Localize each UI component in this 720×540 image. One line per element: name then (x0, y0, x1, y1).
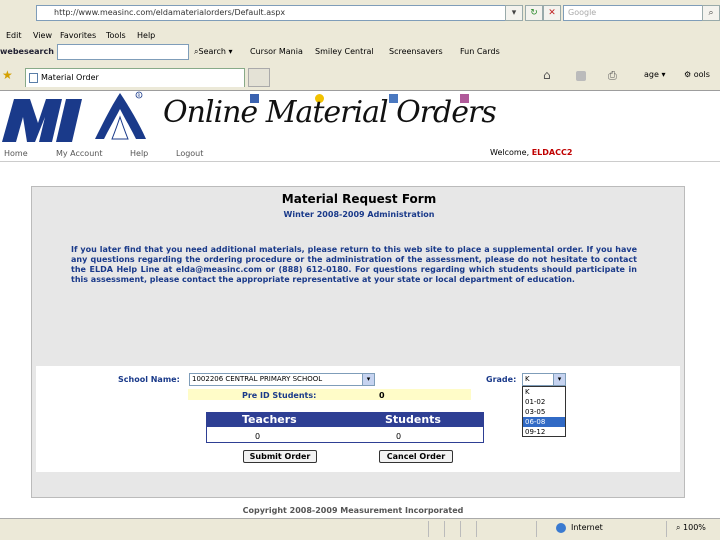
nav-help[interactable]: Help (130, 149, 148, 158)
pre-id-row (188, 389, 471, 400)
toolbar-cursor-mania[interactable]: Cursor Mania (250, 47, 303, 103)
menu-edit[interactable]: Edit (6, 31, 22, 40)
search-placeholder: Google (568, 8, 597, 17)
site-title: Online Material Orders (163, 95, 497, 130)
form-subtitle: Winter 2008-2009 Administration (283, 210, 435, 219)
toolbar-search-button[interactable]: ⌕Search ▾ (194, 47, 233, 57)
teachers-header: Teachers (242, 413, 297, 426)
students-header: Students (385, 413, 441, 426)
grade-option-selected[interactable]: 06-08 (523, 417, 565, 427)
counts-table-body (206, 427, 484, 443)
globe-icon (556, 523, 566, 533)
tools-menu[interactable]: ⚙ ools (684, 70, 710, 79)
status-divider (476, 521, 477, 537)
mi-logo: R (2, 91, 146, 142)
feeds-icon[interactable] (576, 71, 586, 81)
form-intro: If you later find that you need addition… (71, 245, 637, 284)
tab-page-icon (29, 73, 38, 83)
form-title: Material Request Form (281, 192, 437, 206)
pre-id-label: Pre ID Students: (242, 391, 317, 400)
status-divider (536, 521, 537, 537)
tools-gear-icon: ⚙ (684, 70, 692, 79)
print-icon[interactable]: ⎙ (608, 69, 617, 83)
grade-option[interactable]: 09-12 (525, 427, 565, 437)
search-box[interactable]: Google (563, 5, 703, 21)
chevron-down-icon[interactable]: ▾ (362, 374, 374, 385)
menu-favorites[interactable]: Favorites (60, 31, 96, 40)
copyright: Copyright 2008-2009 Measurement Incorpor… (242, 506, 464, 515)
toolbar-fun-cards[interactable]: Fun Cards (460, 47, 500, 103)
grade-option[interactable]: 03-05 (525, 407, 565, 417)
students-count[interactable]: 0 (396, 432, 401, 441)
page-menu[interactable]: age ▾ (644, 70, 665, 79)
tab-material-order[interactable]: Material Order (25, 68, 245, 87)
nav-logout[interactable]: Logout (176, 149, 203, 158)
status-divider (666, 521, 667, 537)
favorites-star-icon[interactable]: ★ (2, 68, 13, 82)
stop-icon[interactable]: ✕ (543, 5, 561, 21)
header-divider (0, 161, 720, 162)
menu-tools[interactable]: Tools (106, 31, 126, 40)
school-name-label: School Name: (118, 375, 180, 384)
address-bar[interactable]: http://www.measinc.com/eldamaterialorder… (36, 5, 506, 21)
grade-option[interactable]: 01-02 (525, 397, 565, 407)
grade-label: Grade: (486, 375, 517, 384)
zoom-icon: ⌕ (676, 523, 681, 532)
teachers-count[interactable]: 0 (255, 432, 260, 441)
cancel-order-button[interactable]: Cancel Order (379, 450, 453, 463)
status-divider (428, 521, 429, 537)
submit-order-button[interactable]: Submit Order (243, 450, 317, 463)
grade-dropdown-list: K 01-02 03-05 06-08 09-12 (522, 386, 566, 437)
pre-id-value: 0 (379, 391, 385, 400)
chevron-down-icon[interactable]: ▾ (553, 374, 565, 385)
toolbar-smiley-central[interactable]: Smiley Central (315, 47, 374, 103)
search-go-icon[interactable]: ⌕ (702, 5, 720, 21)
status-divider (460, 521, 461, 537)
nav-my-account[interactable]: My Account (56, 149, 102, 158)
menu-help[interactable]: Help (137, 31, 155, 40)
toolbar-brand: webesearch (0, 47, 54, 56)
status-divider (444, 521, 445, 537)
status-bar (0, 518, 720, 540)
school-name-select[interactable]: 1002206 CENTRAL PRIMARY SCHOOL ▾ (189, 373, 375, 386)
toolbar-screensavers[interactable]: Screensavers (389, 47, 443, 103)
refresh-icon[interactable]: ↻ (525, 5, 543, 21)
security-zone: Internet (571, 523, 603, 532)
menu-view[interactable]: View (33, 31, 52, 40)
welcome-message: Welcome, ELDACC2 (490, 148, 573, 157)
username: ELDACC2 (531, 148, 573, 157)
browser-chrome: http://www.measinc.com/eldamaterialorder… (0, 0, 720, 103)
new-tab-button[interactable] (248, 68, 270, 87)
home-icon[interactable]: ⌂ (543, 68, 551, 82)
nav-home[interactable]: Home (4, 149, 28, 158)
grade-select[interactable]: K ▾ (522, 373, 566, 386)
grade-option[interactable]: K (525, 387, 565, 397)
svg-text:R: R (138, 93, 141, 98)
toolbar-search-input[interactable] (57, 44, 189, 60)
site-banner: R Online Material Orders (0, 91, 720, 146)
zoom-level[interactable]: ⌕ 100% (676, 523, 706, 533)
order-form: School Name: 1002206 CENTRAL PRIMARY SCH… (36, 366, 680, 472)
address-dropdown-button[interactable]: ▾ (505, 5, 523, 21)
